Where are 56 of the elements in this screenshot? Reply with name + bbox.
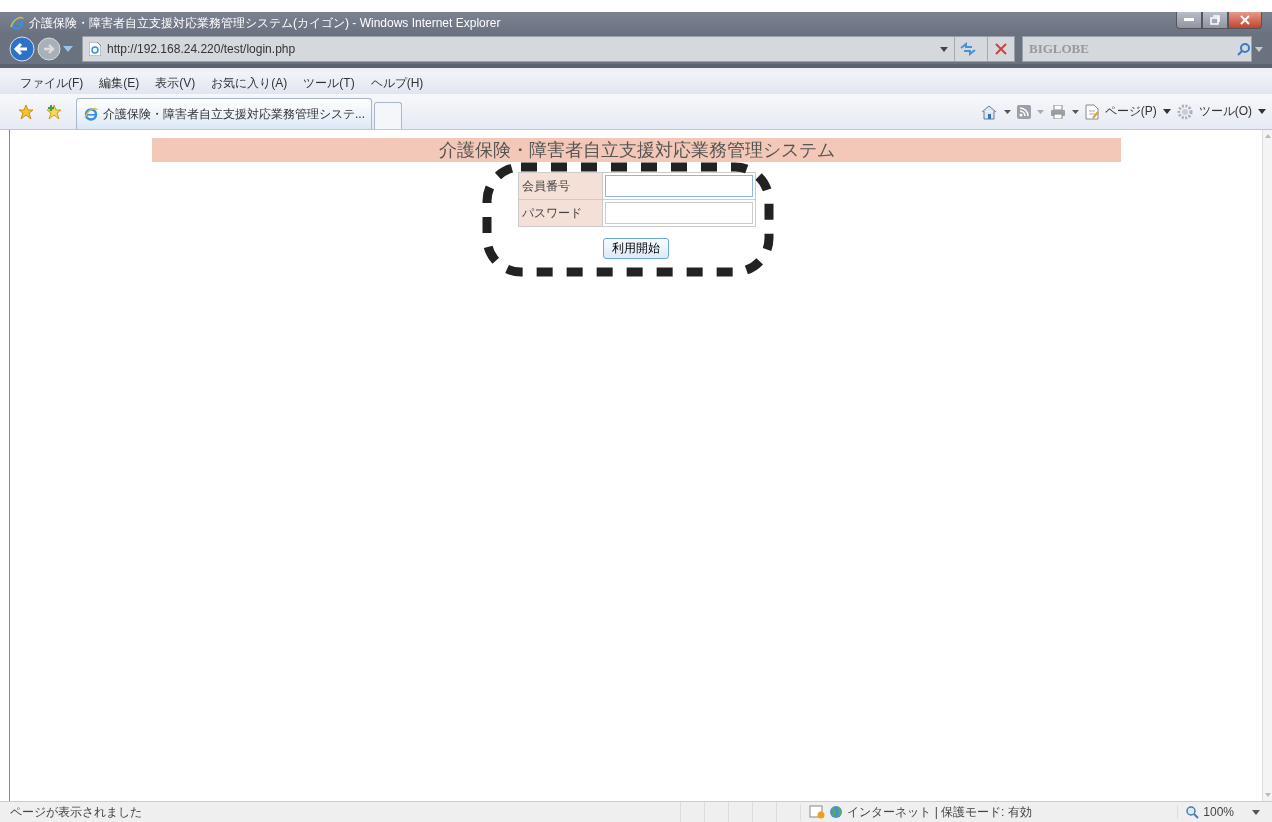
security-zone: インターネット | 保護モード: 有効 [847, 803, 1032, 821]
minimize-icon [1184, 18, 1194, 22]
gear-icon[interactable] [1176, 103, 1193, 120]
stop-icon[interactable] [995, 43, 1007, 55]
menu-item[interactable]: 表示(V) [155, 74, 196, 92]
zoom-icon[interactable] [1186, 805, 1200, 819]
window-title: 介護保険・障害者自立支援対応業務管理システム(カイゴン) - Windows Internet Explorer [29, 14, 502, 32]
restore-button[interactable] [1202, 12, 1228, 29]
browser-logo-icon [83, 106, 99, 122]
back-button[interactable] [9, 36, 35, 62]
search-icon[interactable] [1237, 42, 1251, 56]
page-icon [89, 42, 101, 56]
search-box[interactable]: BIGLOBE [1022, 36, 1252, 62]
globe-icon [829, 805, 844, 819]
page-heading: 介護保険・障害者自立支援対応業務管理システム [152, 138, 1121, 162]
page-menu[interactable]: ページ(P) [1104, 103, 1157, 120]
address-field[interactable]: http://192.168.24.220/test/login.php [82, 36, 1015, 62]
home-icon[interactable] [979, 103, 998, 120]
new-tab-button[interactable] [374, 102, 402, 129]
menu-item[interactable]: お気に入り(A) [211, 74, 288, 92]
browser-tab[interactable]: 介護保険・障害者自立支援対応業務管理システ... [76, 98, 372, 129]
minimize-button[interactable] [1176, 12, 1202, 29]
menu-item[interactable]: ツール(T) [303, 74, 355, 92]
scroll-up-icon[interactable] [1264, 134, 1271, 138]
star-icon[interactable] [18, 103, 34, 120]
menu-item[interactable]: ファイル(F) [20, 74, 84, 92]
add-star-icon[interactable] [46, 103, 62, 120]
status-message: ページが表示されました [10, 803, 143, 821]
zoom-level[interactable]: 100% [1203, 805, 1234, 819]
dropdown-icon[interactable] [1071, 109, 1079, 114]
refresh-icon[interactable] [960, 42, 976, 56]
dropdown-icon[interactable] [1252, 809, 1260, 815]
menu-item[interactable]: 編集(E) [99, 74, 140, 92]
document-icon[interactable] [1084, 103, 1099, 120]
input-field[interactable] [605, 202, 753, 224]
scroll-down-icon[interactable] [1264, 793, 1271, 797]
close-icon [1240, 15, 1250, 25]
restore-icon [1210, 15, 1220, 25]
close-button[interactable] [1228, 12, 1262, 29]
forward-button[interactable] [37, 37, 61, 61]
field-label: 会員番号 [518, 172, 603, 200]
input-field[interactable] [605, 175, 753, 197]
printer-icon[interactable] [1049, 104, 1066, 119]
feed-icon[interactable] [1016, 104, 1031, 119]
dropdown-icon[interactable] [1258, 109, 1266, 114]
start-button[interactable]: 利用開始 [603, 238, 669, 259]
dropdown-icon[interactable] [1003, 109, 1011, 114]
dropdown-icon[interactable] [1162, 109, 1171, 114]
dropdown-icon[interactable] [940, 46, 948, 52]
menu-item[interactable]: ヘルプ(H) [370, 74, 424, 92]
field-label: パスワード [518, 199, 603, 227]
browser-logo-icon [9, 15, 25, 31]
window-warning-icon [809, 805, 826, 819]
tools-menu[interactable]: ツール(O) [1198, 103, 1252, 120]
history-dropdown-icon[interactable] [63, 46, 73, 52]
search-field[interactable]: BIGLOBE [1023, 38, 1237, 60]
